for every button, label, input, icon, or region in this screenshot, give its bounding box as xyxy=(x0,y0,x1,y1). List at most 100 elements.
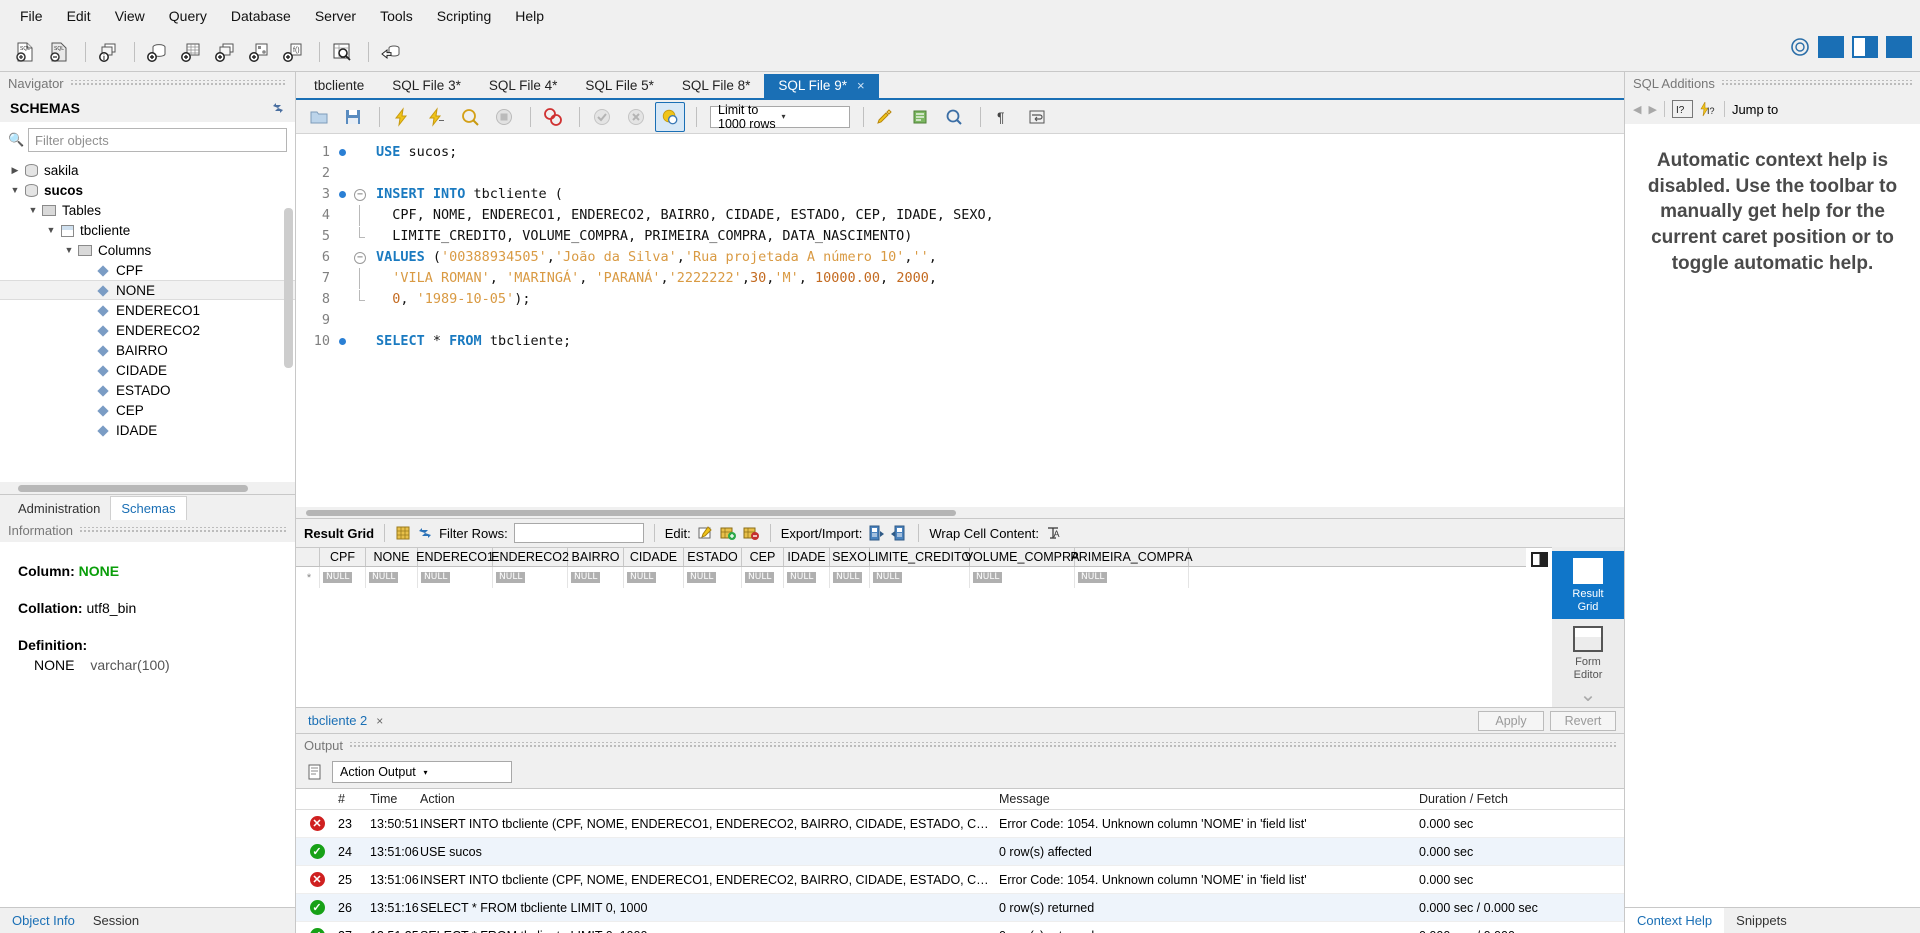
beautify-icon[interactable] xyxy=(871,102,901,132)
new-view-icon[interactable] xyxy=(210,37,240,67)
result-row[interactable]: * NULL NULL NULL NULL NULL NULL NULL NULL NULL NUL… xyxy=(296,567,1526,588)
fold-toggle-icon[interactable]: − xyxy=(354,251,366,264)
new-function-icon[interactable]: f() xyxy=(278,37,308,67)
refresh-icon[interactable] xyxy=(271,101,285,115)
menu-item-tools[interactable]: Tools xyxy=(368,4,425,28)
wrap-lines-icon[interactable] xyxy=(1022,102,1052,132)
jump-to-label[interactable]: Jump to xyxy=(1732,102,1778,117)
result-column-header[interactable]: PRIMEIRA_COMPRA xyxy=(1070,548,1193,566)
tree-item-idade[interactable]: IDADE xyxy=(0,420,295,440)
line-marker[interactable]: − xyxy=(336,247,370,268)
chevron-down-icon[interactable]: ▼ xyxy=(26,205,40,215)
chevron-right-icon[interactable]: ▶ xyxy=(8,165,22,176)
export-recordset-icon[interactable] xyxy=(868,525,885,541)
menu-item-scripting[interactable]: Scripting xyxy=(425,4,503,28)
tree-item-cidade[interactable]: CIDADE xyxy=(0,360,295,380)
help-icon[interactable] xyxy=(1790,37,1810,57)
reconnect-server-icon[interactable] xyxy=(376,37,406,67)
code-line[interactable]: INSERT INTO tbcliente ( xyxy=(376,184,1624,205)
result-view-result-grid[interactable]: Result Grid xyxy=(1552,551,1624,620)
result-cell[interactable]: NULL xyxy=(742,567,784,588)
result-column-header[interactable]: IDADE xyxy=(784,548,830,566)
toggle-secondary-sidebar-button[interactable] xyxy=(1886,36,1912,58)
output-row[interactable]: ✕ 25 13:51:06 INSERT INTO tbcliente (CPF, N… xyxy=(296,866,1624,894)
result-column-header[interactable]: LIMITE_CREDITO xyxy=(868,548,971,566)
open-sql-file-icon[interactable]: SQL xyxy=(44,37,74,67)
context-help-icon[interactable]: I? xyxy=(1671,100,1693,118)
result-cell[interactable]: NULL xyxy=(1075,567,1189,588)
forward-icon[interactable]: ▶ xyxy=(1648,103,1656,116)
tree-item-endereco1[interactable]: ENDERECO1 xyxy=(0,300,295,320)
save-file-icon[interactable] xyxy=(338,102,368,132)
output-grid-body[interactable]: ✕ 23 13:50:51 INSERT INTO tbcliente (CPF, N… xyxy=(296,810,1624,933)
result-cell[interactable]: NULL xyxy=(624,567,684,588)
tree-scrollbar[interactable] xyxy=(284,208,293,368)
output-row[interactable]: ✓ 24 13:51:06 USE sucos 0 row(s) affected 0.0… xyxy=(296,838,1624,866)
automatic-help-icon[interactable]: I? xyxy=(1700,101,1717,117)
line-marker[interactable] xyxy=(336,268,370,289)
execute-icon[interactable] xyxy=(387,102,417,132)
stop-icon[interactable] xyxy=(489,102,519,132)
nav-footer-tab-object-info[interactable]: Object Info xyxy=(12,913,75,928)
statement-marker-icon[interactable] xyxy=(339,338,346,345)
code-editor[interactable]: 1 2 3 4 5 6 7 8 9 10 − − USE sucos; INSERT INTO tbc… xyxy=(296,134,1624,507)
code-line[interactable] xyxy=(376,163,1624,184)
output-column-header[interactable]: # xyxy=(338,792,370,806)
tree-item-sucos[interactable]: ▼ sucos xyxy=(0,180,295,200)
inspect-object-icon[interactable] xyxy=(327,37,357,67)
code-line[interactable]: VALUES ('00388934505','João da Silva','R… xyxy=(376,247,1624,268)
nav-footer-tab-session[interactable]: Session xyxy=(93,913,139,928)
toggle-invisible-chars-icon[interactable]: ¶ xyxy=(988,102,1018,132)
editor-tab-sql-file-3[interactable]: SQL File 3* xyxy=(378,74,475,98)
line-marker[interactable] xyxy=(336,310,370,331)
toggle-sidebar-button[interactable] xyxy=(1818,36,1844,58)
explain-icon[interactable] xyxy=(455,102,485,132)
apply-button[interactable]: Apply xyxy=(1478,710,1544,731)
output-column-header[interactable]: Action xyxy=(420,792,999,806)
new-table-icon[interactable] xyxy=(176,37,206,67)
output-mode-select[interactable]: Action Output ▾ xyxy=(332,761,512,783)
menu-item-server[interactable]: Server xyxy=(303,4,368,28)
find-icon[interactable] xyxy=(905,102,935,132)
filter-rows-input[interactable] xyxy=(513,523,644,543)
output-row[interactable]: ✓2713:51:35SELECT * FROM tbcliente LIMIT… xyxy=(296,922,1624,933)
toggle-panel-icon[interactable] xyxy=(1530,552,1548,567)
tree-item-cpf[interactable]: CPF xyxy=(0,260,295,280)
rollback-icon[interactable] xyxy=(621,102,651,132)
chevron-down-icon[interactable]: ▼ xyxy=(44,225,58,235)
nav-tab-schemas[interactable]: Schemas xyxy=(110,495,187,520)
result-column-header[interactable]: CPF xyxy=(320,548,366,566)
back-icon[interactable]: ◀ xyxy=(1633,103,1641,116)
result-grid-body[interactable]: * NULL NULL NULL NULL NULL NULL NULL NULL NULL NUL… xyxy=(296,567,1526,588)
new-procedure-icon[interactable] xyxy=(244,37,274,67)
tree-item-cep[interactable]: CEP xyxy=(0,400,295,420)
editor-tab-sql-file-5[interactable]: SQL File 5* xyxy=(571,74,668,98)
line-marker[interactable] xyxy=(336,163,370,184)
result-column-header[interactable]: NONE xyxy=(366,548,418,566)
autocommit-icon[interactable] xyxy=(655,101,685,132)
result-grid-icon[interactable] xyxy=(395,525,411,541)
result-column-header[interactable]: CEP xyxy=(742,548,784,566)
tree-item-estado[interactable]: ESTADO xyxy=(0,380,295,400)
chevron-down-icon[interactable]: ▼ xyxy=(62,245,76,255)
execute-current-icon[interactable] xyxy=(421,102,451,132)
sql-additions-tab-snippets[interactable]: Snippets xyxy=(1724,908,1799,933)
statement-marker-icon[interactable] xyxy=(339,149,346,156)
menu-item-help[interactable]: Help xyxy=(503,4,556,28)
nav-tab-administration[interactable]: Administration xyxy=(8,497,110,520)
insert-row-icon[interactable] xyxy=(720,525,737,541)
code-line[interactable]: SELECT * FROM tbcliente; xyxy=(376,331,1624,352)
tree-horizontal-scrollbar[interactable] xyxy=(0,481,295,494)
menu-item-edit[interactable]: Edit xyxy=(55,4,103,28)
filter-objects-input[interactable]: Filter objects xyxy=(28,128,287,152)
import-recordset-icon[interactable] xyxy=(891,525,908,541)
schema-tree[interactable]: ▶ sakila ▼ sucos ▼ Tables ▼ tbcliente ▼ Columns CP… xyxy=(0,158,295,482)
line-marker[interactable] xyxy=(336,205,370,226)
result-cell[interactable]: NULL xyxy=(784,567,830,588)
editor-tab-sql-file-4[interactable]: SQL File 4* xyxy=(475,74,572,98)
menu-item-view[interactable]: View xyxy=(103,4,157,28)
result-cell[interactable]: NULL xyxy=(418,567,493,588)
output-column-header[interactable]: Time xyxy=(370,792,420,806)
menu-item-query[interactable]: Query xyxy=(157,4,219,28)
line-marker[interactable] xyxy=(336,331,370,352)
